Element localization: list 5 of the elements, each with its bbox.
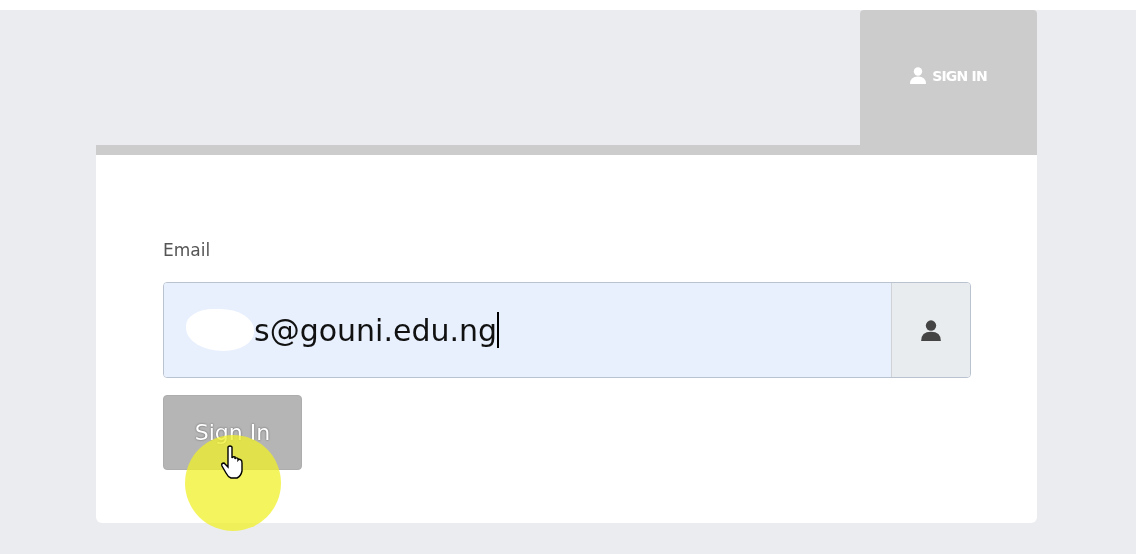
email-value: s@gouni.edu.ng [254,312,498,348]
user-icon [910,67,927,84]
user-icon [921,319,941,341]
email-field[interactable]: s@gouni.edu.ng [163,282,971,378]
email-label: Email [163,240,211,260]
